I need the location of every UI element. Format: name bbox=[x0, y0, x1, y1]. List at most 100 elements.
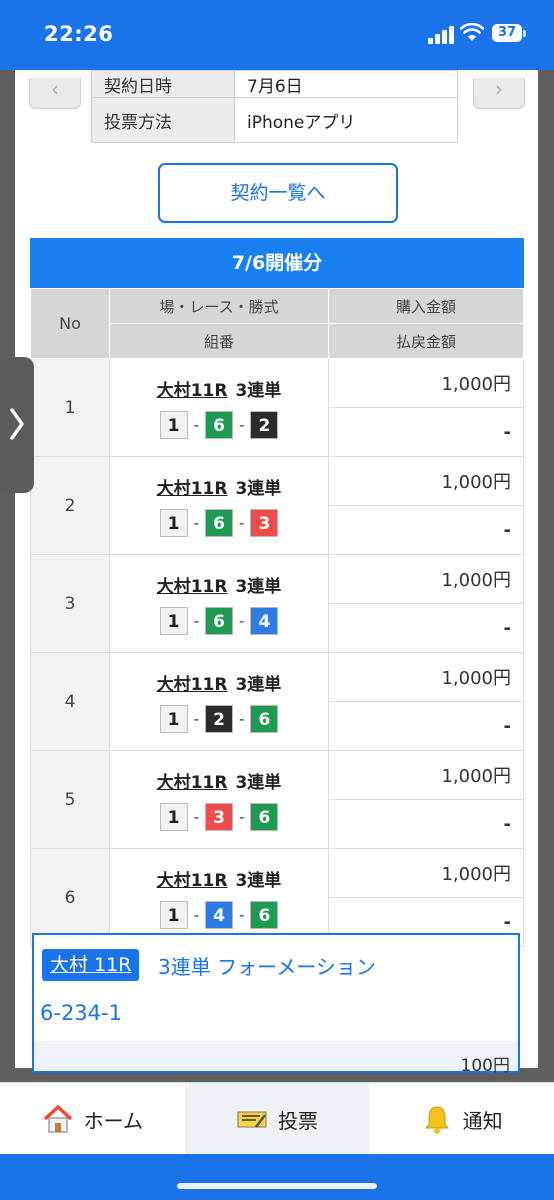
boat-number-box: 3 bbox=[205, 803, 233, 831]
contract-list-button[interactable]: 契約一覧へ bbox=[158, 163, 398, 223]
bet-type: 3連単 bbox=[235, 577, 282, 597]
boat-number-box: 6 bbox=[250, 705, 279, 733]
combo-boxes: 1-2-6 bbox=[159, 705, 279, 733]
purchase-amount: 1,000円 bbox=[328, 750, 524, 800]
boat-number-box: 6 bbox=[250, 901, 279, 929]
bottom-tab-bar: ホーム 投票 通知 bbox=[0, 1082, 554, 1155]
bet-race-cell: 大村11R 3連単 1-2-6 bbox=[109, 652, 329, 751]
browser-bottom-bar bbox=[0, 1154, 554, 1200]
formation-combo: 6-234-1 bbox=[40, 1001, 122, 1025]
clock: 22:26 bbox=[44, 22, 114, 46]
battery-tip bbox=[523, 30, 526, 37]
race-line: 大村11R 3連単 bbox=[111, 866, 327, 891]
race-line: 大村11R 3連単 bbox=[111, 768, 327, 793]
bet-type: 3連単 bbox=[235, 381, 282, 401]
bet-type: 3連単 bbox=[235, 479, 282, 499]
ticket-icon bbox=[237, 1111, 267, 1128]
bet-row: 1 大村11R 3連単 1-6-2 1,000円 bbox=[30, 358, 524, 457]
header-race: 場・レース・勝式 bbox=[109, 288, 329, 324]
info-value: 7月6日 bbox=[234, 70, 458, 98]
purchase-amount: 1,000円 bbox=[328, 554, 524, 604]
combo-boxes: 1-4-6 bbox=[159, 901, 279, 929]
bet-type: 3連単 bbox=[235, 773, 282, 793]
race-venue-link[interactable]: 大村11R bbox=[157, 675, 228, 695]
race-line: 大村11R 3連単 bbox=[111, 474, 327, 499]
boat-number-box: 1 bbox=[159, 901, 188, 929]
boat-number-box: 4 bbox=[250, 607, 279, 635]
boat-number-box: 1 bbox=[159, 411, 188, 439]
combo-boxes: 1-6-3 bbox=[159, 509, 279, 537]
info-row-method: 投票方法 iPhoneアプリ bbox=[91, 97, 458, 143]
status-bar: 22:26 37 bbox=[0, 0, 554, 70]
bet-race-cell: 大村11R 3連単 1-6-2 bbox=[109, 358, 329, 457]
race-venue-link[interactable]: 大村11R bbox=[157, 479, 228, 499]
wifi-icon bbox=[460, 22, 484, 41]
bet-no: 5 bbox=[30, 750, 110, 849]
tab-label: ホーム bbox=[83, 1108, 144, 1133]
tab-label: 通知 bbox=[462, 1108, 503, 1133]
boat-number-box: 3 bbox=[250, 509, 279, 537]
info-label: 投票方法 bbox=[91, 97, 235, 143]
bet-no: 1 bbox=[30, 358, 110, 457]
home-icon bbox=[43, 1105, 72, 1133]
payout-amount: - bbox=[328, 603, 524, 653]
info-value: iPhoneアプリ bbox=[234, 97, 458, 143]
prev-arrow-button[interactable]: ‹ bbox=[29, 78, 81, 109]
tab-vote[interactable]: 投票 bbox=[184, 1083, 370, 1155]
header-combo: 組番 bbox=[109, 323, 329, 359]
bet-race-cell: 大村11R 3連単 1-3-6 bbox=[109, 750, 329, 849]
boat-number-box: 1 bbox=[159, 607, 188, 635]
cellular-signal-icon bbox=[428, 26, 456, 44]
combo-separator: - bbox=[239, 416, 245, 434]
race-venue-link[interactable]: 大村11R bbox=[157, 381, 228, 401]
bet-race-cell: 大村11R 3連単 1-6-3 bbox=[109, 456, 329, 555]
bet-row: 3 大村11R 3連単 1-6-4 1,000円 bbox=[30, 554, 524, 653]
header-purchase: 購入金額 bbox=[328, 288, 524, 324]
boat-number-box: 2 bbox=[205, 705, 233, 733]
combo-boxes: 1-6-2 bbox=[159, 411, 279, 439]
boat-number-box: 2 bbox=[250, 411, 279, 439]
race-venue-link[interactable]: 大村11R bbox=[157, 773, 228, 793]
boat-number-box: 6 bbox=[205, 411, 233, 439]
bet-type: 3連単 bbox=[235, 675, 282, 695]
combo-separator: - bbox=[193, 514, 199, 532]
combo-separator: - bbox=[239, 710, 245, 728]
purchase-amount: 1,000円 bbox=[328, 652, 524, 702]
chevron-right-icon bbox=[10, 408, 24, 440]
next-arrow-button[interactable]: › bbox=[473, 78, 525, 109]
formation-amount-row bbox=[34, 1041, 518, 1071]
formation-amount: 100円 bbox=[460, 1056, 510, 1076]
header-no: No bbox=[30, 288, 110, 359]
header-payout: 払戻金額 bbox=[328, 323, 524, 359]
race-venue-link[interactable]: 大村11R bbox=[157, 871, 228, 891]
bets-table: No 場・レース・勝式 購入金額 組番 払戻金額 1 大村11R 3連単 1-6-2 1… bbox=[30, 288, 524, 947]
bet-type: 3連単 bbox=[235, 871, 282, 891]
bet-race-cell: 大村11R 3連単 1-6-4 bbox=[109, 554, 329, 653]
payout-amount: - bbox=[328, 701, 524, 751]
bet-no: 3 bbox=[30, 554, 110, 653]
race-venue-link[interactable]: 大村11R bbox=[157, 577, 228, 597]
contract-info-table: 契約日時 7月6日 投票方法 iPhoneアプリ bbox=[91, 70, 458, 143]
tab-home[interactable]: ホーム bbox=[0, 1083, 185, 1155]
combo-separator: - bbox=[193, 416, 199, 434]
bet-row: 5 大村11R 3連単 1-3-6 1,000円 bbox=[30, 750, 524, 849]
boat-number-box: 1 bbox=[159, 509, 188, 537]
side-drawer-handle[interactable] bbox=[0, 357, 34, 493]
combo-separator: - bbox=[239, 612, 245, 630]
section-title: 7/6開催分 bbox=[30, 238, 524, 288]
formation-card[interactable]: 大村 11R 3連単 フォーメーション 6-234-1 100円 bbox=[32, 933, 520, 1076]
tab-notifications[interactable]: 通知 bbox=[369, 1083, 554, 1155]
payout-amount: - bbox=[328, 407, 524, 457]
bet-no: 6 bbox=[30, 848, 110, 947]
bet-row: 4 大村11R 3連単 1-2-6 1,000円 bbox=[30, 652, 524, 751]
combo-separator: - bbox=[193, 710, 199, 728]
formation-venue-badge[interactable]: 大村 11R bbox=[42, 949, 140, 981]
race-line: 大村11R 3連単 bbox=[111, 670, 327, 695]
boat-number-box: 6 bbox=[205, 509, 233, 537]
formation-type: 3連単 フォーメーション bbox=[158, 955, 376, 979]
race-line: 大村11R 3連単 bbox=[111, 572, 327, 597]
purchase-amount: 1,000円 bbox=[328, 848, 524, 898]
bet-row: 6 大村11R 3連単 1-4-6 1,000円 bbox=[30, 848, 524, 947]
bet-no: 2 bbox=[30, 456, 110, 555]
boat-number-box: 6 bbox=[205, 607, 233, 635]
